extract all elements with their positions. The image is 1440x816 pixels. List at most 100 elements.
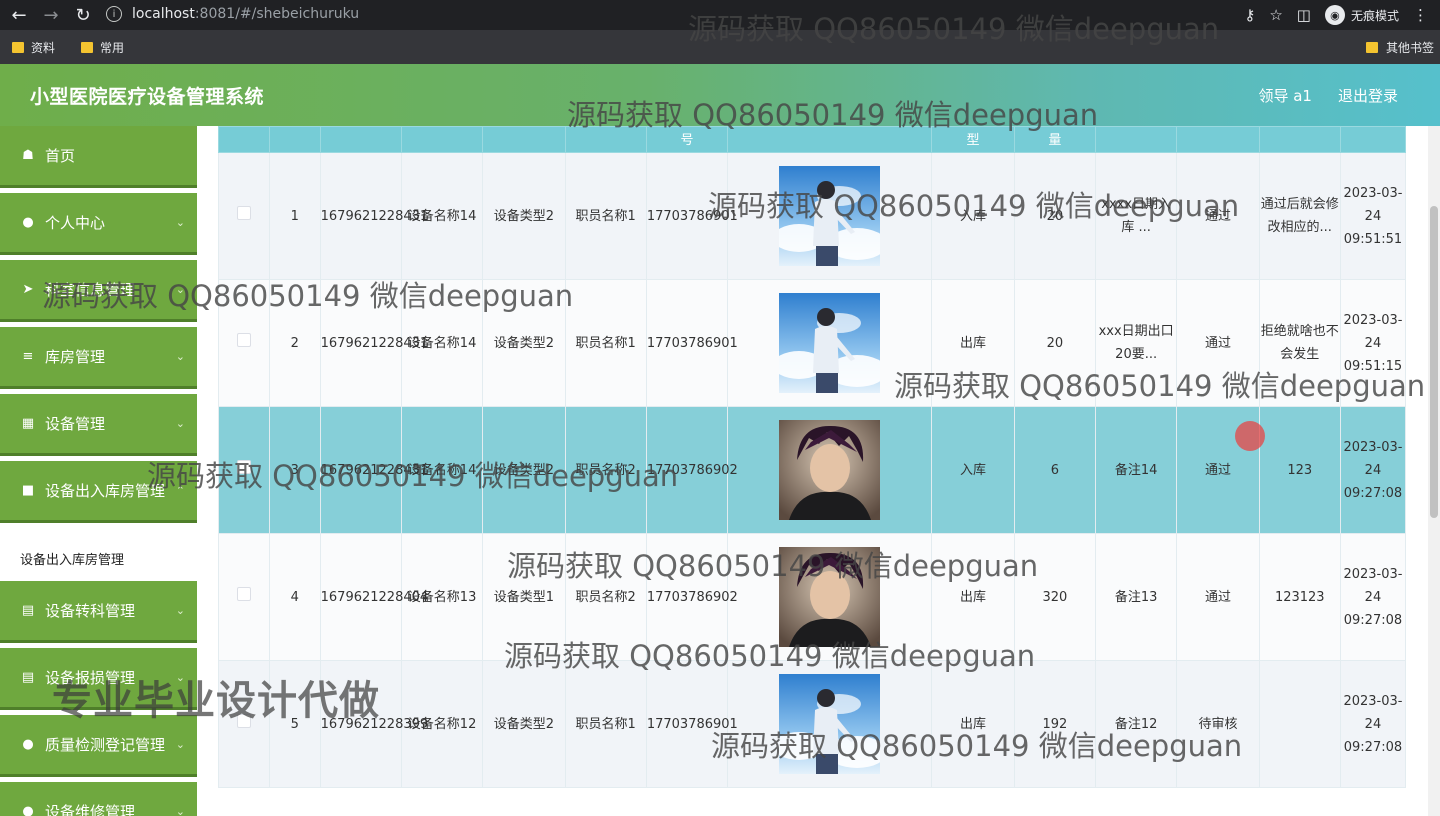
timestamp: 2023-03-24 09:27:08 [1339,533,1407,661]
table-row[interactable]: 5 1679621228399 设备名称12 设备类型2 职员名称1 1770378690… [218,660,1407,788]
quantity: 320 [1013,533,1097,661]
scrollbar-thumb[interactable] [1430,206,1438,518]
row-index: 3 [268,406,321,534]
row-checkbox-cell [218,533,270,661]
photo-cell [727,533,933,661]
menu-icon: ≡ [22,349,34,364]
sidebar-item-damage[interactable]: ▤ 设备报损管理 ⌄ [0,648,197,710]
header-cell [1176,126,1260,153]
staff-name: 职员名称1 [564,279,647,407]
review-reply [1258,660,1341,788]
chevron-down-icon: ⌄ [175,738,185,751]
note: 备注14 [1094,406,1178,534]
more-menu-icon[interactable]: ⋮ [1413,6,1428,24]
chevron-up-icon: ⌃ [175,484,185,497]
row-checkbox[interactable] [236,459,251,474]
table-row[interactable]: 3 1679621228431 设备名称14 设备类型2 职员名称2 1770378690… [218,406,1407,534]
status: 待审核 [1176,660,1260,788]
device-name: 设备名称13 [400,533,484,661]
chevron-down-icon: ⌄ [175,216,185,229]
sidebar-item-warehouse[interactable]: ≡ 库房管理 ⌄ [0,327,197,389]
chevron-down-icon: ⌄ [175,805,185,816]
header-cell [1339,126,1407,153]
sidebar-item-repair[interactable]: ● 设备维修管理 ⌄ [0,782,197,816]
quantity: 192 [1013,660,1097,788]
side-panel-icon[interactable]: ◫ [1297,6,1311,24]
user-icon: ● [22,215,34,230]
staff-name: 职员名称1 [564,152,647,280]
sidebar-item-device-inout[interactable]: ■ 设备出入库房管理 ⌃ [0,461,197,523]
sidebar-item-home[interactable]: ☗ 首页 [0,126,197,188]
click-indicator [1235,421,1265,451]
direction: 出库 [931,279,1015,407]
chevron-down-icon: ⌄ [175,283,185,296]
other-bookmarks[interactable]: 其他书签 [1365,30,1434,64]
send-icon: ➤ [22,282,34,297]
url-host: localhost [132,6,195,22]
device-type: 设备类型1 [482,533,566,661]
row-checkbox[interactable] [236,205,251,220]
bookmark-folder[interactable]: 资料 [12,39,55,56]
device-name: 设备名称14 [400,279,484,407]
row-checkbox-cell [218,152,270,280]
sidebar-item-transfer[interactable]: ▤ 设备转科管理 ⌄ [0,581,197,643]
sidebar-item-label: 设备转科管理 [45,602,136,620]
photo-cell [727,279,933,407]
doc-icon: ▤ [21,603,35,618]
box-icon: ■ [21,483,35,498]
device-type: 设备类型2 [482,279,566,407]
address-bar[interactable]: i localhost:8081/#/shebeichuruku [106,2,1206,26]
site-info-icon[interactable]: i [106,6,122,22]
staff-name: 职员名称2 [564,533,647,661]
bookmark-label: 资料 [31,40,56,55]
staff-phone: 17703786901 [645,152,738,280]
header-cell [400,126,484,153]
note: xxxx日期入库 ... [1094,152,1178,280]
sidebar-item-label: 设备报损管理 [45,669,136,687]
incognito-indicator[interactable]: ◉ 无痕模式 [1324,5,1399,25]
sky-figure-image [779,166,881,266]
row-checkbox-cell [218,660,270,788]
sidebar-item-label: 个人中心 [45,214,106,232]
key-icon[interactable]: ⚷ [1244,6,1255,24]
note: 备注13 [1094,533,1178,661]
device-type: 设备类型2 [482,152,566,280]
back-arrow-icon[interactable]: ← [6,2,32,28]
submenu-device-inout[interactable]: 设备出入库房管理 [0,533,197,583]
forward-arrow-icon[interactable]: → [38,2,64,28]
sidebar-item-device[interactable]: ▦ 设备管理 ⌄ [0,394,197,456]
status: 通过 [1176,533,1260,661]
header-cell [564,126,647,153]
incognito-icon: ◉ [1324,5,1345,25]
main-content: 号 型 量 1 1679621228431 设备名称14 设备类型2 职员名称1 1770… [200,126,1440,816]
table-row[interactable]: 4 1679621228404 设备名称13 设备类型1 职员名称2 1770378690… [218,533,1407,661]
photo-cell [727,660,933,788]
folder-icon [12,41,24,53]
user-icon: ● [22,737,34,752]
star-icon[interactable]: ☆ [1269,6,1282,24]
row-checkbox[interactable] [236,586,251,601]
bookmarks-bar: 资料 常用 其他书签 [0,30,1440,64]
sidebar-item-label: 设备维修管理 [45,803,136,816]
sidebar: ☗ 首页 ● 个人中心 ⌄ ➤ 科室信息管理 ⌄ ≡ 库房管理 ⌄ ▦ 设备管理… [0,126,200,816]
row-checkbox[interactable] [236,332,251,347]
row-checkbox[interactable] [236,713,251,728]
logout-link[interactable]: 退出登录 [1338,85,1398,106]
row-index: 1 [268,152,321,280]
sidebar-item-label: 首页 [45,147,76,165]
sidebar-item-department[interactable]: ➤ 科室信息管理 ⌄ [0,260,197,322]
table-row[interactable]: 1 1679621228431 设备名称14 设备类型2 职员名称1 1770378690… [218,152,1407,280]
quantity: 6 [1013,406,1097,534]
doc-icon: ▤ [21,670,35,685]
sidebar-item-profile[interactable]: ● 个人中心 ⌄ [0,193,197,255]
vertical-scrollbar[interactable] [1428,126,1440,816]
device-name: 设备名称12 [400,660,484,788]
staff-phone: 17703786901 [645,279,738,407]
note: 备注12 [1094,660,1178,788]
table-header: 号 型 量 [218,126,1407,153]
table-row[interactable]: 2 1679621228431 设备名称14 设备类型2 职员名称1 1770378690… [218,279,1407,407]
bookmark-folder[interactable]: 常用 [81,39,124,56]
reload-icon[interactable]: ↻ [70,2,96,28]
sidebar-item-quality[interactable]: ● 质量检测登记管理 ⌄ [0,715,197,777]
sky-figure-image [779,674,881,774]
